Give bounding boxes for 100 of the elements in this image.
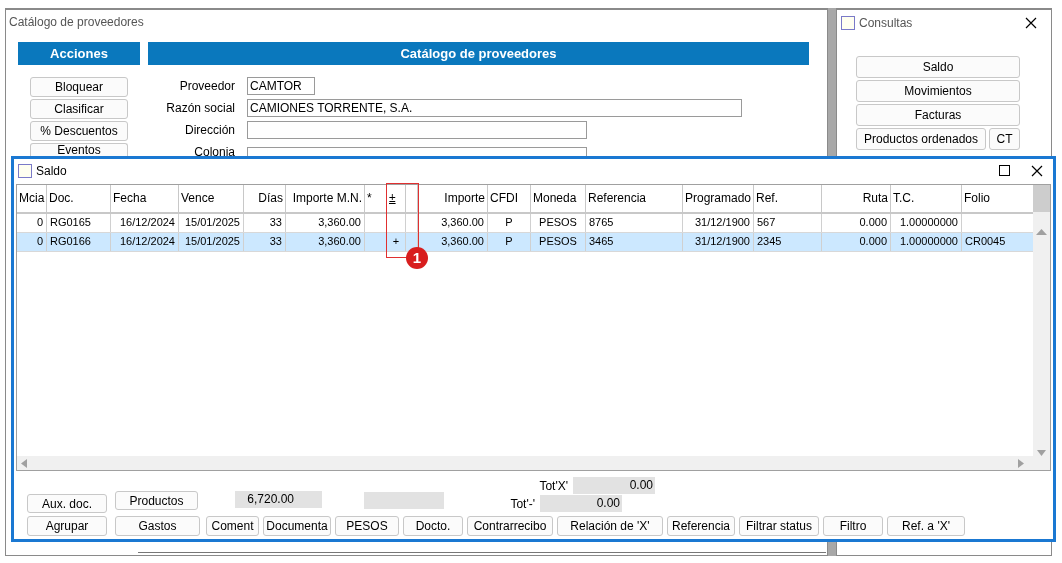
action-button[interactable]: Bloquear — [30, 77, 128, 97]
table-cell: 0.000 — [859, 235, 887, 247]
table-cell: 16/12/2024 — [119, 235, 175, 247]
table-cell: 15/01/2025 — [184, 235, 240, 247]
section-header: Acciones — [18, 42, 140, 65]
toolbar-button[interactable]: Documenta — [263, 516, 331, 536]
table-cell: 2345 — [757, 235, 782, 247]
toolbar-button[interactable]: Contrarrecibo — [467, 516, 553, 536]
table-cell: 567 — [757, 216, 776, 228]
horizontal-scrollbar[interactable] — [17, 456, 1050, 470]
column-header[interactable]: Programado — [685, 191, 752, 205]
field-label: Razón social — [165, 101, 235, 115]
table-cell: 3,360.00 — [318, 216, 361, 228]
column-header[interactable]: Moneda — [533, 191, 577, 205]
action-button[interactable]: Eventos — [30, 143, 128, 156]
window-icon — [841, 16, 855, 30]
table-cell: 1.00000000 — [899, 235, 958, 247]
field-label: Colonia — [193, 145, 235, 159]
table-cell: PESOS — [539, 235, 577, 247]
input-field[interactable] — [247, 121, 587, 139]
total-field: 0.00 — [573, 477, 655, 494]
table-cell: 33 — [269, 216, 282, 228]
table-row[interactable]: 0 RG0166 16/12/2024 15/01/2025 33 3,360.00 + 3,360.00 P PESOS 3465 31/12/1900 2345 0.000 1.00000000 CR0045 — [17, 233, 1033, 252]
toolbar-button[interactable]: Gastos — [115, 516, 200, 536]
column-header[interactable]: ± — [389, 191, 396, 205]
total-field: 0.00 — [540, 495, 622, 512]
toolbar-button[interactable]: PESOS — [335, 516, 399, 536]
total-label: Tot'-' — [509, 496, 535, 511]
field-label: Proveedor — [178, 79, 235, 93]
query-button[interactable]: CT — [989, 128, 1020, 150]
toolbar-button[interactable]: Filtrar status — [739, 516, 819, 536]
table-cell: CR0045 — [965, 235, 1006, 247]
toolbar-button[interactable]: Relación de 'X' — [557, 516, 663, 536]
table-cell: PESOS — [539, 216, 577, 228]
column-header[interactable]: Doc. — [49, 191, 74, 205]
table-cell: 0.000 — [859, 216, 887, 228]
scroll-left-icon[interactable] — [21, 458, 27, 468]
window-title: Consultas — [859, 16, 914, 30]
table-cell: P — [505, 216, 513, 228]
table-cell: RG0166 — [50, 235, 91, 247]
total-field: 6,720.00 — [235, 490, 322, 508]
table-cell: + — [392, 235, 400, 247]
table-cell: P — [505, 235, 513, 247]
aux-button[interactable]: Aux. doc. — [27, 494, 107, 513]
query-button[interactable]: Productos ordenados — [856, 128, 986, 150]
input-field[interactable]: CAMIONES TORRENTE, S.A. — [247, 99, 742, 117]
query-button[interactable]: Saldo — [856, 56, 1020, 78]
total-label: Tot'X' — [538, 478, 568, 493]
input-field[interactable]: CAMTOR — [247, 77, 315, 95]
close-icon[interactable] — [1025, 17, 1037, 29]
table-cell: 0 — [36, 235, 43, 247]
table-cell: 3,360.00 — [441, 235, 484, 247]
window-icon — [18, 163, 32, 178]
column-header[interactable]: Importe M.N. — [292, 191, 362, 205]
column-header[interactable]: Importe — [444, 191, 485, 205]
column-header[interactable]: Fecha — [113, 191, 147, 205]
column-header[interactable]: Días — [258, 191, 283, 205]
toolbar-button[interactable]: Agrupar — [27, 516, 107, 536]
query-button[interactable]: Facturas — [856, 104, 1020, 126]
column-header[interactable]: Ref. — [756, 191, 778, 205]
toolbar-button[interactable]: Referencia — [667, 516, 735, 536]
table-cell: RG0165 — [50, 216, 91, 228]
action-button[interactable]: % Descuentos — [30, 121, 128, 141]
toolbar-button[interactable]: Docto. — [403, 516, 463, 536]
toolbar-button[interactable]: Coment — [206, 516, 259, 536]
vertical-scrollbar[interactable] — [1033, 185, 1050, 456]
products-button[interactable]: Productos — [115, 491, 198, 510]
window-title: Catálogo de proveedores — [8, 14, 145, 31]
table-cell: 33 — [269, 235, 282, 247]
column-header[interactable]: CFDI — [490, 191, 518, 205]
table-cell: 3,360.00 — [441, 216, 484, 228]
table-cell: 3465 — [589, 235, 614, 247]
table-cell: 3,360.00 — [318, 235, 361, 247]
step-badge: 1 — [406, 247, 428, 269]
table-cell: 1.00000000 — [899, 216, 958, 228]
maximize-icon[interactable] — [999, 165, 1010, 176]
toolbar-button[interactable]: Ref. a 'X' — [887, 516, 965, 536]
scroll-right-icon[interactable] — [1018, 458, 1024, 468]
column-header[interactable]: Mcia — [19, 191, 45, 205]
column-header[interactable]: * — [367, 191, 372, 205]
toolbar-button[interactable]: Filtro — [823, 516, 883, 536]
table-cell: 15/01/2025 — [184, 216, 240, 228]
column-header[interactable]: Folio — [964, 191, 990, 205]
query-button[interactable]: Movimientos — [856, 80, 1020, 102]
field-label: Dirección — [184, 123, 235, 137]
column-header[interactable]: Vence — [181, 191, 215, 205]
table-cell: 16/12/2024 — [119, 216, 175, 228]
action-button[interactable]: Clasificar — [30, 99, 128, 119]
scroll-up-icon[interactable] — [1036, 228, 1047, 235]
close-icon[interactable] — [1031, 164, 1043, 177]
table-cell: 8765 — [589, 216, 614, 228]
column-header[interactable]: T.C. — [893, 191, 915, 205]
column-header[interactable]: Ruta — [862, 191, 888, 205]
column-header[interactable]: Referencia — [588, 191, 647, 205]
section-header: Catálogo de proveedores — [148, 42, 809, 65]
window-title: Saldo — [36, 163, 68, 178]
table-cell: 0 — [36, 216, 43, 228]
header-filler — [1033, 185, 1050, 212]
table-cell: 31/12/1900 — [694, 235, 750, 247]
table-cell: 31/12/1900 — [694, 216, 750, 228]
